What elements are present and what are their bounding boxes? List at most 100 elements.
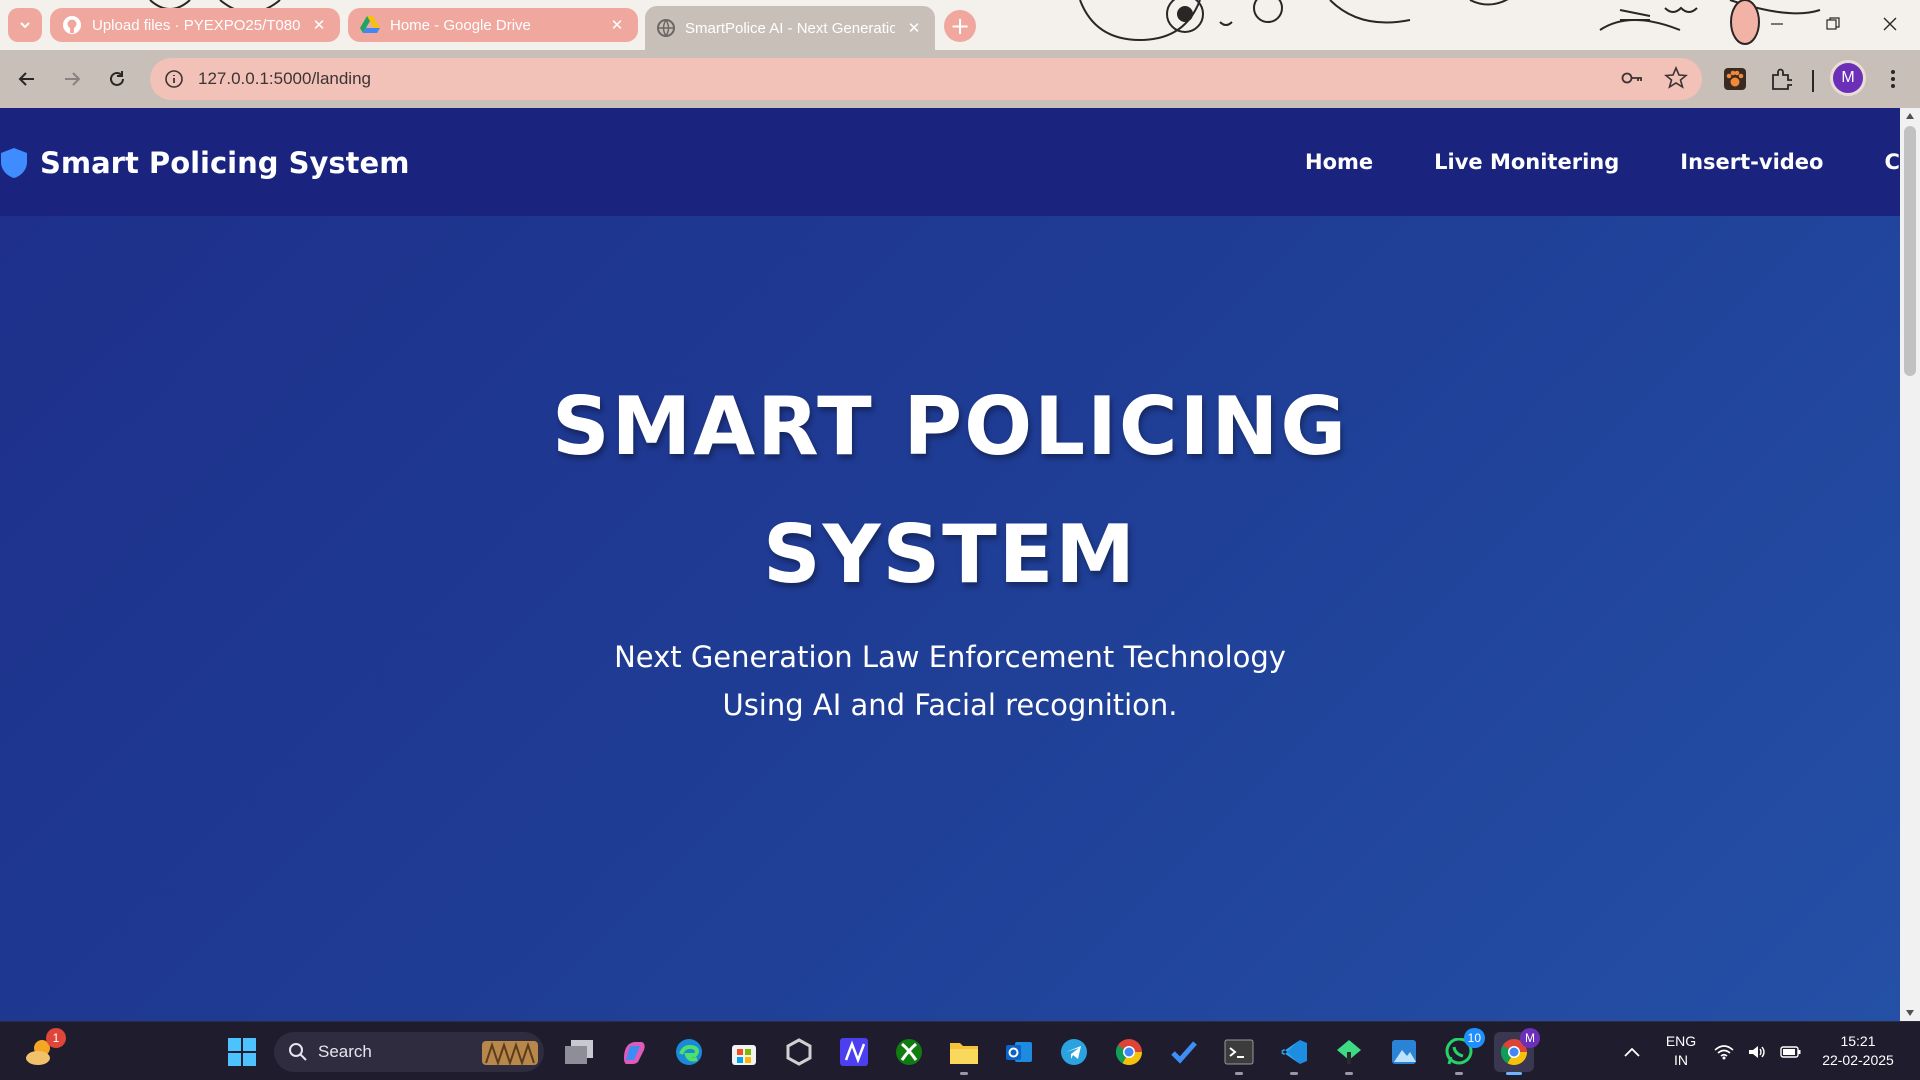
quick-settings-button[interactable]	[1708, 1032, 1808, 1072]
telegram-app[interactable]	[1054, 1032, 1094, 1072]
paw-extension-icon	[1724, 68, 1746, 90]
minimize-icon	[1771, 23, 1783, 25]
search-icon	[289, 1043, 307, 1061]
cube-icon	[786, 1038, 812, 1066]
chrome-profile-badge: M	[1520, 1028, 1540, 1048]
tab-smartpolice-active[interactable]: SmartPolice AI - Next Generatio ✕	[645, 6, 935, 50]
xbox-icon	[896, 1039, 922, 1065]
shield-icon	[1, 148, 27, 178]
bookmark-star-icon[interactable]	[1664, 66, 1688, 90]
scroll-thumb[interactable]	[1904, 126, 1916, 376]
chrome-icon	[1115, 1039, 1143, 1066]
photos-app[interactable]	[1384, 1032, 1424, 1072]
taskbar-search-box[interactable]: Search	[274, 1032, 544, 1072]
password-key-icon[interactable]	[1620, 66, 1644, 90]
todo-app[interactable]	[1164, 1032, 1204, 1072]
checkmark-icon	[1171, 1041, 1197, 1064]
reload-button[interactable]	[100, 62, 134, 96]
vscode-icon	[1281, 1040, 1307, 1064]
telegram-icon	[1061, 1039, 1087, 1065]
outlook-app[interactable]	[999, 1032, 1039, 1072]
close-icon[interactable]: ✕	[608, 16, 626, 34]
nav-live-monitoring[interactable]: Live Monitering	[1434, 150, 1619, 174]
hero-title-line2: SYSTEM	[763, 508, 1137, 601]
arrow-left-icon	[18, 72, 34, 86]
chrome-app[interactable]	[1109, 1032, 1149, 1072]
tab-github-upload[interactable]: Upload files · PYEXPO25/T080_1 ✕	[50, 8, 340, 42]
address-bar[interactable]: 127.0.0.1:5000/landing	[150, 58, 1702, 100]
show-hidden-icons-button[interactable]	[1612, 1032, 1652, 1072]
toolbar-divider	[1812, 70, 1814, 92]
xbox-app[interactable]	[889, 1032, 929, 1072]
tab-google-drive[interactable]: Home - Google Drive ✕	[348, 8, 638, 42]
search-highlight-image	[482, 1041, 538, 1067]
tab-title: Upload files · PYEXPO25/T080_1	[92, 16, 300, 34]
scroll-up-arrow[interactable]	[1900, 108, 1920, 124]
copilot-app[interactable]	[614, 1032, 654, 1072]
browser-menu-button[interactable]	[1876, 62, 1910, 96]
chevron-down-icon	[20, 22, 30, 29]
back-button[interactable]	[10, 62, 44, 96]
battery-icon	[1779, 1046, 1801, 1058]
android-studio-app[interactable]	[1329, 1032, 1369, 1075]
hero-subtitle-line2: Using AI and Facial recognition.	[722, 688, 1178, 722]
profile-avatar[interactable]: M	[1830, 60, 1866, 96]
forward-button[interactable]	[55, 62, 89, 96]
page-scrollbar[interactable]	[1900, 108, 1920, 1021]
nav-home[interactable]: Home	[1305, 150, 1373, 174]
landing-page: Smart Policing System Home Live Moniteri…	[0, 108, 1900, 1021]
microsoft-store-app[interactable]	[724, 1032, 764, 1072]
vscode-app[interactable]	[1274, 1032, 1314, 1075]
clock[interactable]: 15:21 22-02-2025	[1808, 1032, 1908, 1070]
arrow-right-icon	[65, 72, 81, 86]
region-code: IN	[1674, 1052, 1688, 1068]
volume-icon	[1748, 1046, 1765, 1058]
wifi-icon	[1714, 1045, 1734, 1060]
site-brand[interactable]: Smart Policing System	[0, 146, 409, 180]
site-navbar: Smart Policing System Home Live Moniteri…	[0, 108, 1900, 216]
close-icon[interactable]: ✕	[905, 19, 923, 37]
brand-title: Smart Policing System	[40, 146, 410, 180]
site-info-icon[interactable]	[164, 69, 184, 89]
windows-taskbar: 1 Search 10 M ENG IN 15:21 22-02-2025	[0, 1021, 1920, 1080]
scroll-down-arrow[interactable]	[1900, 1005, 1920, 1021]
edge-icon	[676, 1039, 702, 1065]
extension-paw-button[interactable]	[1718, 62, 1752, 96]
language-indicator[interactable]: ENG IN	[1658, 1032, 1704, 1070]
triangle-down-icon	[1906, 1010, 1914, 1016]
kotlin-app[interactable]	[834, 1032, 874, 1072]
task-view-icon	[565, 1040, 593, 1064]
weather-widget[interactable]: 1	[20, 1028, 66, 1072]
weather-badge: 1	[46, 1028, 66, 1048]
new-tab-button[interactable]: +	[944, 10, 976, 42]
whatsapp-badge: 10	[1463, 1028, 1485, 1048]
restore-button[interactable]	[1813, 8, 1853, 40]
puzzle-icon	[1772, 68, 1792, 90]
outlook-icon	[1006, 1042, 1032, 1062]
google-drive-icon	[360, 16, 380, 33]
tab-title: Home - Google Drive	[390, 16, 531, 34]
edge-app[interactable]	[669, 1032, 709, 1072]
tab-search-button[interactable]	[8, 8, 42, 42]
globe-icon	[657, 19, 675, 37]
extensions-button[interactable]	[1764, 62, 1798, 96]
browser-tab-strip: Upload files · PYEXPO25/T080_1 ✕ Home - …	[0, 0, 1920, 50]
close-window-button[interactable]	[1870, 8, 1910, 40]
clock-time: 15:21	[1840, 1033, 1876, 1049]
close-icon[interactable]: ✕	[310, 16, 328, 34]
minimize-button[interactable]	[1757, 8, 1797, 40]
start-button[interactable]	[222, 1032, 262, 1072]
hero-subtitle-line1: Next Generation Law Enforcement Technolo…	[614, 640, 1286, 674]
terminal-app[interactable]	[1219, 1032, 1259, 1075]
file-explorer-app[interactable]	[944, 1032, 984, 1075]
store-icon	[732, 1045, 756, 1065]
nav-links: Home Live Monitering Insert-video Contac…	[1305, 150, 1900, 174]
nav-insert-video[interactable]: Insert-video	[1680, 150, 1823, 174]
nav-contact[interactable]: Contact	[1884, 150, 1900, 174]
task-view-button[interactable]	[559, 1032, 599, 1072]
hero-title-line1: SMART POLICING	[551, 380, 1349, 473]
close-icon	[1883, 17, 1897, 31]
whatsapp-app[interactable]: 10	[1439, 1028, 1485, 1075]
chrome-profile-app[interactable]: M	[1494, 1028, 1540, 1075]
unity-hub-app[interactable]	[779, 1032, 819, 1072]
